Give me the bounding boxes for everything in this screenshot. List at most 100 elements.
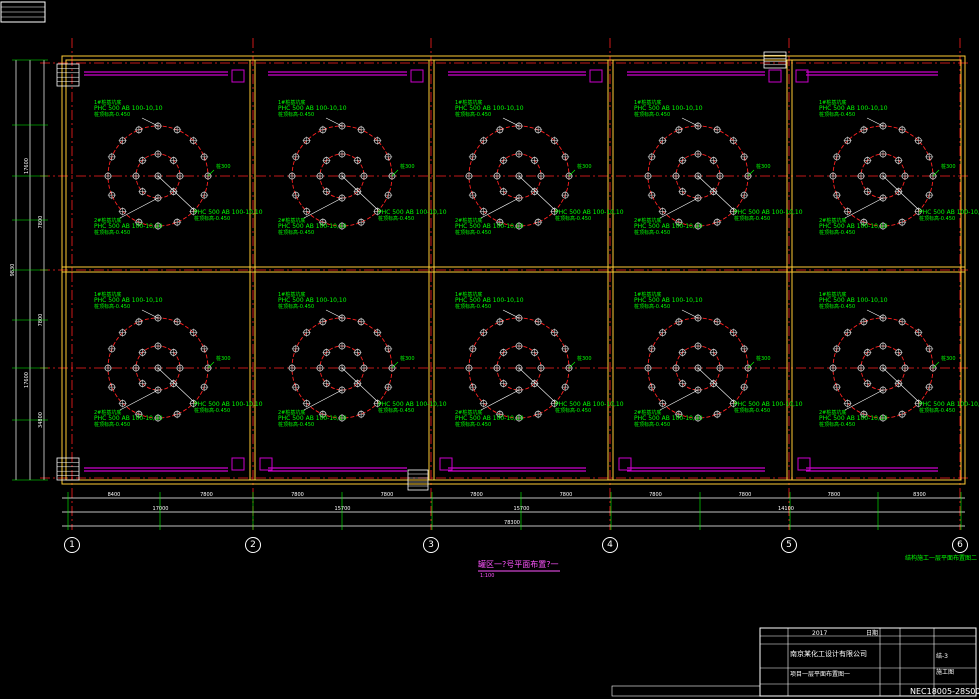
pile	[925, 152, 934, 161]
pile	[468, 344, 477, 353]
dim-segment-label: 7800	[291, 492, 304, 498]
pile	[674, 317, 683, 326]
pile-note-top-3: 桩顶标高-0.450	[634, 303, 670, 310]
pile-note-right-elev: 桩顶标高-0.450	[378, 215, 414, 222]
leader-line	[141, 309, 159, 319]
pile-note-top-3: 桩顶标高-0.450	[819, 111, 855, 118]
pile	[107, 344, 116, 353]
pile	[515, 150, 523, 158]
pile	[829, 364, 837, 372]
pile-note-bottom-3: 桩顶标高-0.450	[94, 421, 130, 428]
pile-note-right: PHC 500 AB 100-10,10	[378, 209, 447, 216]
pile	[716, 364, 724, 372]
pile-note-bottom-3: 桩顶标高-0.450	[455, 421, 491, 428]
pile	[291, 383, 300, 392]
pile	[132, 172, 140, 180]
pile	[338, 150, 346, 158]
pile	[898, 317, 907, 326]
pile	[357, 218, 366, 227]
pile	[357, 410, 366, 419]
leader-line	[480, 197, 520, 219]
pile	[534, 317, 543, 326]
pile-side-label: 桩300	[400, 163, 415, 170]
drawing-title: 罐区一?号平面布置?一	[478, 560, 559, 569]
pile-note-top-3: 桩顶标高-0.450	[278, 111, 314, 118]
pile	[318, 317, 327, 326]
drawing-subtitle: 1:100	[480, 573, 495, 579]
pile-side-label: 桩300	[756, 163, 771, 170]
pile	[857, 364, 865, 372]
pile	[898, 218, 907, 227]
pile-side-label: 桩300	[577, 355, 592, 362]
pile	[384, 383, 393, 392]
title-block-frame	[759, 627, 977, 697]
pile	[173, 410, 182, 419]
stair-top-left	[56, 63, 80, 87]
pile	[316, 364, 324, 372]
pile-note-top-2: PHC 500 AB 100-10,10	[634, 105, 703, 112]
pile-side-label: 桩300	[216, 163, 231, 170]
pile	[647, 191, 656, 200]
pile-side-label: 桩300	[577, 163, 592, 170]
pile	[495, 125, 504, 134]
pile-note-right-elev: 桩顶标高-0.450	[555, 215, 591, 222]
dim-overall-label: 78300	[504, 520, 520, 526]
axis-bubble-4: 4	[602, 537, 618, 553]
pile	[134, 317, 143, 326]
leader-line	[119, 197, 159, 219]
pile-note-top-3: 桩顶标高-0.450	[94, 303, 130, 310]
dim-left-label: 7800	[38, 216, 44, 229]
sump-pit-top-2	[410, 69, 424, 83]
pile	[468, 383, 477, 392]
dim-segment-label: 7800	[828, 492, 841, 498]
pile	[713, 317, 722, 326]
dim-left-label: 17600	[24, 372, 30, 388]
axis-bubble-6: 6	[952, 537, 968, 553]
leader-line	[303, 197, 343, 219]
pile	[879, 342, 887, 350]
pile	[925, 191, 934, 200]
pile-note-bottom-3: 桩顶标高-0.450	[455, 229, 491, 236]
dim-segment-label: 7800	[649, 492, 662, 498]
pile-note-bottom-3: 桩顶标高-0.450	[819, 421, 855, 428]
pile	[925, 344, 934, 353]
leader-line	[157, 175, 195, 211]
pile	[357, 125, 366, 134]
leader-line	[697, 175, 735, 211]
pile	[713, 410, 722, 419]
pile-note-right: PHC 500 AB 100-10,10	[555, 209, 624, 216]
pile	[713, 218, 722, 227]
pile-note-top-3: 桩顶标高-0.450	[819, 303, 855, 310]
leader-line	[341, 367, 379, 403]
dim-total-label: 17000	[153, 506, 169, 512]
pile-note-bottom-2: PHC 500 AB 100-10,10	[278, 415, 347, 422]
pile	[384, 191, 393, 200]
pile	[713, 125, 722, 134]
pile-side-label: 桩300	[941, 163, 956, 170]
pile	[134, 125, 143, 134]
title-block-drawing-no: NEC18005-28S00	[910, 687, 979, 696]
pile-note-right-elev: 桩顶标高-0.450	[734, 215, 770, 222]
pile	[493, 172, 501, 180]
pile	[644, 364, 652, 372]
pile	[561, 152, 570, 161]
pile-note-bottom-2: PHC 500 AB 100-10,10	[94, 223, 163, 230]
pile	[288, 172, 296, 180]
pile-note-bottom-2: PHC 500 AB 100-10,10	[278, 223, 347, 230]
dim-segment-label: 8400	[108, 492, 121, 498]
pile-note-right: PHC 500 AB 100-10,10	[378, 401, 447, 408]
leader-line	[502, 117, 520, 127]
pile-note-bottom-2: PHC 500 AB 100-10,10	[634, 415, 703, 422]
side-note: 结构施工一层平面布置图二	[905, 555, 978, 562]
pile-note-top-2: PHC 500 AB 100-10,10	[278, 105, 347, 112]
pile	[200, 191, 209, 200]
dim-total-label: 15700	[514, 506, 530, 512]
dim-segment-label: 7800	[381, 492, 394, 498]
pile-note-bottom-3: 桩顶标高-0.450	[819, 229, 855, 236]
sump-pit-top-1	[231, 69, 245, 83]
pile-note-right-elev: 桩顶标高-0.450	[734, 407, 770, 414]
pile	[384, 152, 393, 161]
pile-note-top-2: PHC 500 AB 100-10,10	[455, 105, 524, 112]
title-block-sheet: 结-3	[936, 653, 948, 660]
signature-strip	[611, 685, 761, 697]
